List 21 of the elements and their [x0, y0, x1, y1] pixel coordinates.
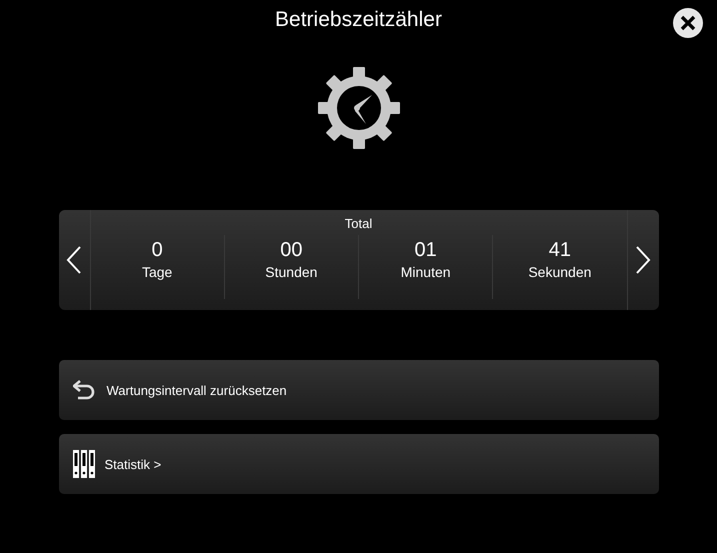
counter-unit: Stunden	[265, 264, 318, 280]
chevron-left-icon	[66, 246, 82, 274]
counter-value: 00	[280, 239, 302, 262]
undo-arrow-icon	[72, 380, 96, 400]
counter-value: 41	[548, 239, 571, 262]
chevron-right-icon	[635, 246, 651, 274]
counter-value: 01	[414, 239, 437, 262]
counter-value: 0	[152, 239, 163, 262]
counter-unit: Sekunden	[528, 264, 592, 280]
counter-unit: Tage	[142, 264, 172, 280]
button-label: Statistik >	[104, 456, 162, 472]
gear-clock-icon	[318, 67, 400, 149]
binders-icon	[72, 450, 94, 478]
close-icon	[679, 14, 697, 32]
button-label: Wartungsintervall zurücksetzen	[106, 382, 287, 398]
counter-unit: Minuten	[400, 264, 451, 280]
counter-title: Total	[344, 216, 372, 231]
statistics-button[interactable]: Statistik >	[58, 434, 658, 494]
close-button[interactable]	[673, 8, 703, 38]
window-title: Betriebszeitzähler	[275, 7, 442, 33]
reset-button[interactable]: Wartungsintervall zurücksetzen	[58, 360, 658, 420]
